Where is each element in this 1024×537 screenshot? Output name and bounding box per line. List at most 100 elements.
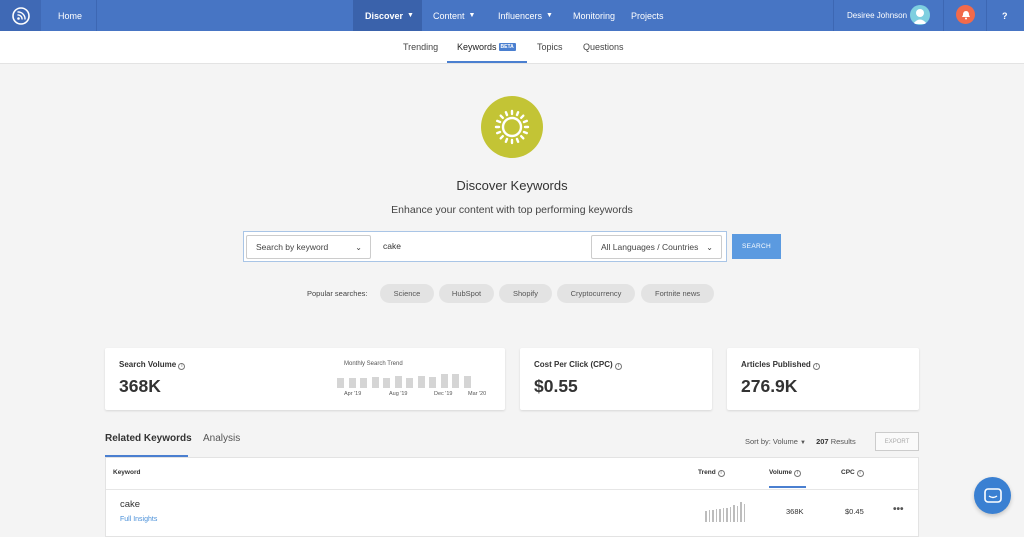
nav-divider	[986, 0, 987, 31]
keywords-table: Keyword Trend i Volume i CPC i cake Full…	[105, 457, 919, 537]
cpc-card: Cost Per Click (CPC) i $0.55	[520, 348, 712, 410]
trend-label-mid1: Aug '19	[389, 391, 408, 397]
row-keyword[interactable]: cake	[120, 499, 140, 510]
trend-bar	[383, 378, 390, 388]
search-volume-value: 368K	[119, 376, 161, 396]
sort-select[interactable]: Sort by: Volume ▼ 207 Results	[745, 437, 856, 446]
search-mode-select[interactable]: Search by keyword ⌄	[246, 235, 371, 259]
tab-questions[interactable]: Questions	[583, 42, 624, 52]
search-mode-value: Search by keyword	[256, 242, 329, 252]
chevron-down-icon: ▼	[546, 12, 553, 19]
chevron-down-icon: ⌄	[706, 243, 713, 252]
row-cpc: $0.45	[845, 507, 864, 516]
sparkline-bar	[708, 510, 710, 522]
search-volume-title: Search Volume i	[119, 360, 186, 370]
popular-search-cryptocurrency[interactable]: Cryptocurrency	[557, 284, 635, 303]
tab-related-keywords[interactable]: Related Keywords	[105, 433, 192, 444]
popular-search-science[interactable]: Science	[380, 284, 434, 303]
tab-topics[interactable]: Topics	[537, 42, 563, 52]
page-subtitle: Enhance your content with top performing…	[391, 204, 633, 216]
top-navigation-bar: Home Discover ▼ Content ▼ Influencers ▼ …	[0, 0, 1024, 31]
trend-bar	[337, 378, 344, 388]
results-count: 207	[816, 437, 829, 446]
tab-keywords-label: Keywords	[457, 42, 497, 52]
nav-influencers[interactable]: Influencers ▼	[498, 0, 553, 31]
trend-bar	[417, 376, 425, 388]
column-volume[interactable]: Volume i	[769, 469, 801, 477]
chevron-down-icon: ▼	[407, 12, 414, 19]
info-icon[interactable]: i	[178, 363, 186, 370]
column-keyword[interactable]: Keyword	[113, 469, 140, 476]
column-cpc[interactable]: CPC i	[841, 469, 864, 477]
info-icon[interactable]: i	[813, 363, 821, 370]
trend-bar	[371, 376, 379, 388]
results-count-label: Results	[830, 437, 856, 446]
chat-launcher-icon[interactable]	[974, 477, 1011, 514]
tab-trending[interactable]: Trending	[403, 42, 438, 52]
articles-title-text: Articles Published	[741, 360, 811, 369]
popular-search-hubspot[interactable]: HubSpot	[439, 284, 494, 303]
rss-logo-icon[interactable]	[0, 0, 41, 31]
avatar[interactable]	[910, 5, 930, 25]
cpc-title: Cost Per Click (CPC) i	[534, 360, 622, 370]
tab-keywords[interactable]: Keywords BETA	[457, 42, 516, 52]
info-icon[interactable]: i	[856, 470, 864, 477]
trend-bar	[452, 374, 459, 388]
chevron-down-icon: ⌄	[355, 243, 362, 252]
info-icon[interactable]: i	[614, 363, 622, 370]
row-volume: 368K	[786, 507, 804, 516]
export-button[interactable]: EXPORT	[875, 432, 919, 451]
nav-discover[interactable]: Discover ▼	[365, 0, 414, 31]
sun-icon	[481, 96, 543, 158]
full-insights-link[interactable]: Full Insights	[120, 516, 157, 523]
tab-analysis[interactable]: Analysis	[203, 433, 240, 444]
trend-bar	[406, 378, 413, 388]
help-button[interactable]: ?	[1002, 0, 1008, 31]
trend-bar	[463, 375, 471, 388]
search-volume-title-text: Search Volume	[119, 360, 177, 369]
sorted-column-underline	[769, 486, 806, 488]
articles-published-card: Articles Published i 276.9K	[727, 348, 919, 410]
sparkline-bar	[715, 509, 717, 522]
user-name[interactable]: Desiree Johnson	[847, 0, 907, 31]
popular-searches-label: Popular searches:	[307, 289, 368, 298]
nav-divider	[96, 0, 97, 31]
info-icon[interactable]: i	[717, 470, 725, 477]
trend-label-end: Mar '20	[468, 391, 487, 397]
nav-content-label: Content	[433, 10, 465, 21]
nav-divider	[943, 0, 944, 31]
column-trend-label: Trend	[698, 469, 716, 476]
chevron-down-icon: ▼	[468, 12, 476, 19]
chevron-down-icon: ▼	[800, 440, 806, 446]
sub-navigation: Trending Keywords BETA Topics Questions	[0, 31, 1024, 64]
beta-badge: BETA	[498, 43, 516, 51]
info-icon[interactable]: i	[793, 470, 801, 477]
search-button[interactable]: SEARCH	[732, 234, 781, 259]
search-input[interactable]: cake	[383, 241, 401, 251]
row-trend-sparkline	[705, 502, 747, 522]
header-divider	[106, 489, 918, 490]
bell-icon[interactable]	[956, 5, 975, 24]
monthly-trend-title: Monthly Search Trend	[344, 361, 403, 367]
column-volume-label: Volume	[769, 469, 792, 476]
nav-discover-label: Discover	[365, 10, 404, 21]
locale-select[interactable]: All Languages / Countries ⌄	[591, 235, 722, 259]
search-volume-card: Search Volume i 368K Monthly Search Tren…	[105, 348, 505, 410]
more-options-icon[interactable]: •••	[893, 504, 904, 515]
trend-bar	[348, 378, 356, 388]
articles-value: 276.9K	[741, 376, 798, 396]
nav-content[interactable]: Content ▼	[433, 0, 475, 31]
cpc-title-text: Cost Per Click (CPC)	[534, 360, 613, 369]
sparkline-bar	[733, 505, 735, 522]
sparkline-bar	[712, 510, 714, 522]
column-cpc-label: CPC	[841, 469, 855, 476]
popular-search-shopify[interactable]: Shopify	[499, 284, 552, 303]
sparkline-bar	[740, 502, 742, 522]
nav-monitoring[interactable]: Monitoring	[573, 0, 615, 31]
column-trend[interactable]: Trend i	[698, 469, 725, 477]
nav-home[interactable]: Home	[58, 0, 82, 31]
popular-search-fortnite-news[interactable]: Fortnite news	[641, 284, 714, 303]
nav-projects[interactable]: Projects	[631, 0, 664, 31]
cpc-value: $0.55	[534, 376, 578, 396]
trend-bar	[440, 374, 448, 388]
